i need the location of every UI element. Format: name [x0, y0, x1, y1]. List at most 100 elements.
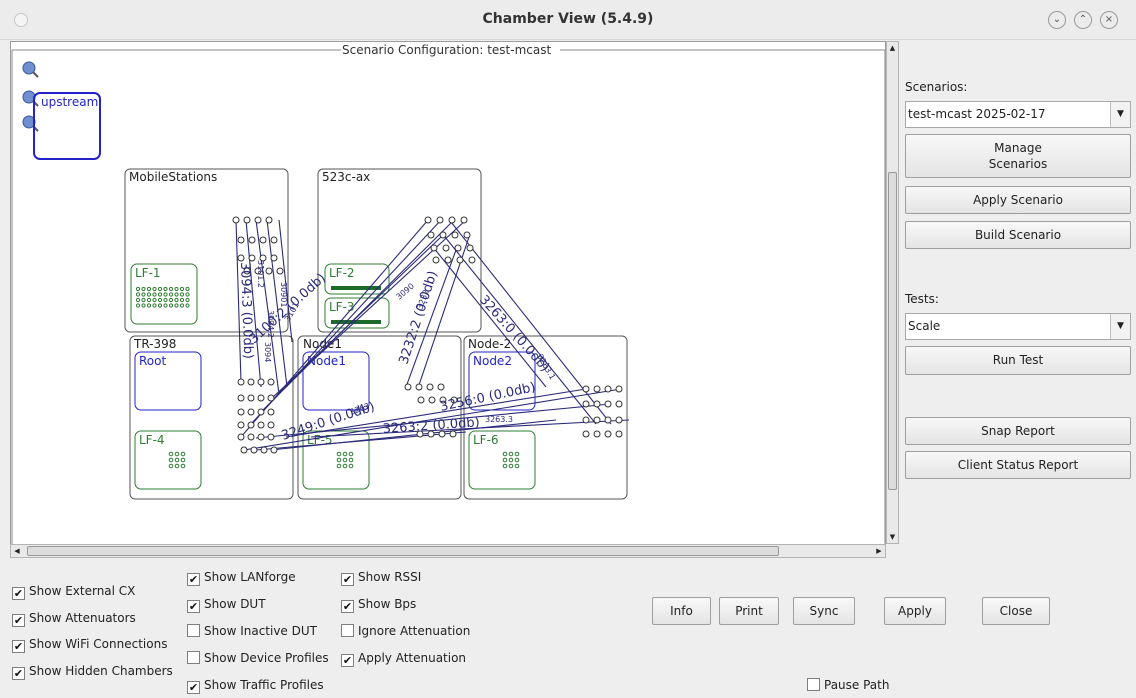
device-lf-5[interactable]: LF-5 — [302, 430, 370, 490]
manage-scenarios-button[interactable]: Manage Scenarios — [905, 134, 1131, 178]
scroll-left-icon[interactable]: ◀ — [11, 545, 23, 557]
checkbox-unchecked-icon[interactable] — [341, 624, 354, 637]
print-button[interactable]: Print — [719, 597, 779, 625]
svg-text:LF-4: LF-4 — [139, 433, 165, 447]
canvas-horizontal-scrollbar[interactable]: ◀ ▶ — [10, 544, 886, 558]
apply-scenario-button[interactable]: Apply Scenario — [905, 186, 1131, 214]
close-button[interactable]: Close — [982, 597, 1050, 625]
checkbox-ignore-attenuation[interactable]: Ignore Attenuation — [341, 624, 470, 640]
maximize-icon[interactable]: ⌃ — [1074, 11, 1092, 29]
port-icon — [257, 394, 265, 402]
checkbox-label: Show LANforge — [204, 570, 296, 584]
close-window-icon[interactable]: × — [1100, 11, 1118, 29]
svg-text:LF-6: LF-6 — [473, 433, 499, 447]
checkbox-show-rssi[interactable]: ✔ Show RSSI — [341, 570, 421, 586]
station-dot — [185, 286, 190, 292]
checkbox-checked-icon[interactable]: ✔ — [187, 600, 200, 613]
station-dot — [348, 457, 354, 463]
checkbox-checked-icon[interactable]: ✔ — [341, 654, 354, 667]
station-dot — [146, 303, 152, 308]
port-icon — [604, 385, 612, 393]
checkbox-show-inactive-dut[interactable]: Show Inactive DUT — [187, 624, 317, 640]
station-dot — [514, 463, 520, 469]
checkbox-unchecked-icon[interactable] — [187, 651, 200, 664]
checkbox-pause-path[interactable]: Pause Path — [807, 678, 889, 694]
station-dot — [168, 463, 174, 469]
checkbox-checked-icon[interactable]: ✔ — [187, 681, 200, 694]
vertical-scroll-thumb[interactable] — [888, 172, 897, 490]
checkbox-label: Apply Attenuation — [358, 651, 467, 665]
checkbox-unchecked-icon[interactable] — [187, 624, 200, 637]
device-lf-6[interactable]: LF-6 — [468, 430, 536, 490]
upstream-label: upstream — [41, 95, 98, 109]
port-icon — [448, 216, 456, 224]
port-icon — [240, 446, 248, 454]
checkbox-unchecked-icon[interactable] — [807, 678, 820, 691]
checkbox-label: Show WiFi Connections — [29, 637, 168, 651]
chamber-diagram[interactable]: Scenario Configuration: test-mcast upstr… — [11, 42, 886, 545]
station-dot — [508, 463, 514, 469]
station-dot — [163, 303, 168, 308]
station-dot — [336, 451, 342, 457]
checkbox-checked-icon[interactable]: ✔ — [12, 667, 25, 680]
chevron-down-icon[interactable]: ▼ — [1110, 314, 1130, 339]
apply-button[interactable]: Apply — [884, 597, 946, 625]
checkbox-show-lanforge[interactable]: ✔ Show LANforge — [187, 570, 296, 586]
checkbox-show-wifi-connections[interactable]: ✔ Show WiFi Connections — [12, 637, 167, 653]
station-dot — [180, 463, 186, 469]
checkbox-show-bps[interactable]: ✔ Show Bps — [341, 597, 416, 613]
checkbox-show-device-profiles[interactable]: Show Device Profiles — [187, 651, 329, 667]
horizontal-scroll-thumb[interactable] — [27, 546, 779, 556]
station-dot — [168, 451, 174, 457]
checkbox-apply-attenuation[interactable]: ✔ Apply Attenuation — [341, 651, 466, 667]
scroll-right-icon[interactable]: ▶ — [873, 545, 885, 557]
test-select[interactable]: Scale ▼ — [905, 313, 1131, 340]
checkbox-checked-icon[interactable]: ✔ — [341, 573, 354, 586]
scroll-down-icon[interactable]: ▼ — [887, 531, 898, 543]
run-test-button[interactable]: Run Test — [905, 346, 1131, 375]
zoom-in-icon[interactable] — [22, 61, 39, 78]
checkbox-show-attenuators[interactable]: ✔ Show Attenuators — [12, 611, 136, 627]
scroll-up-icon[interactable]: ▲ — [887, 42, 898, 54]
svg-text:523c-ax: 523c-ax — [322, 170, 370, 184]
checkbox-checked-icon[interactable]: ✔ — [12, 640, 25, 653]
checkbox-checked-icon[interactable]: ✔ — [12, 587, 25, 600]
device-lf-4[interactable]: LF-4 — [134, 430, 202, 490]
port-icon — [427, 231, 435, 239]
station-dot — [508, 457, 514, 463]
dut-root[interactable]: Root — [134, 351, 202, 411]
station-dot — [179, 292, 185, 297]
canvas-vertical-scrollbar[interactable]: ▲ ▼ — [886, 41, 899, 544]
station-dot — [174, 451, 180, 457]
link-small-label: 3263.3 — [485, 415, 513, 424]
checkbox-show-dut[interactable]: ✔ Show DUT — [187, 597, 266, 613]
port-icon — [604, 400, 612, 408]
chamber-canvas[interactable]: Scenario Configuration: test-mcast upstr… — [10, 41, 886, 545]
chevron-down-icon[interactable]: ▼ — [1110, 102, 1130, 127]
checkbox-checked-icon[interactable]: ✔ — [341, 600, 354, 613]
scenario-select[interactable]: test-mcast 2025-02-17 ▼ — [905, 101, 1131, 128]
port-icon — [259, 236, 267, 244]
svg-text:LF-3: LF-3 — [329, 300, 355, 314]
port-icon — [237, 236, 245, 244]
zoom-reset-icon[interactable] — [22, 115, 39, 132]
checkbox-label: Show DUT — [204, 597, 266, 611]
manage-scenarios-line1: Manage — [994, 141, 1042, 155]
sync-button[interactable]: Sync — [793, 597, 855, 625]
checkbox-show-hidden-chambers[interactable]: ✔ Show Hidden Chambers — [12, 664, 173, 680]
build-scenario-button[interactable]: Build Scenario — [905, 221, 1131, 249]
port-icon — [456, 256, 464, 264]
checkbox-checked-icon[interactable]: ✔ — [12, 614, 25, 627]
client-status-report-button[interactable]: Client Status Report — [905, 451, 1131, 479]
checkbox-show-traffic-profiles[interactable]: ✔ Show Traffic Profiles — [187, 678, 324, 694]
station-dot — [180, 457, 186, 463]
zoom-out-icon[interactable] — [22, 90, 39, 107]
info-button[interactable]: Info — [652, 597, 711, 625]
scenarios-label: Scenarios: — [905, 80, 968, 94]
snap-report-button[interactable]: Snap Report — [905, 417, 1131, 445]
minimize-icon[interactable]: ⌄ — [1048, 11, 1066, 29]
checkbox-show-external-cx[interactable]: ✔ Show External CX — [12, 584, 135, 600]
checkbox-checked-icon[interactable]: ✔ — [187, 573, 200, 586]
port-icon — [604, 416, 612, 424]
port-icon — [243, 216, 251, 224]
